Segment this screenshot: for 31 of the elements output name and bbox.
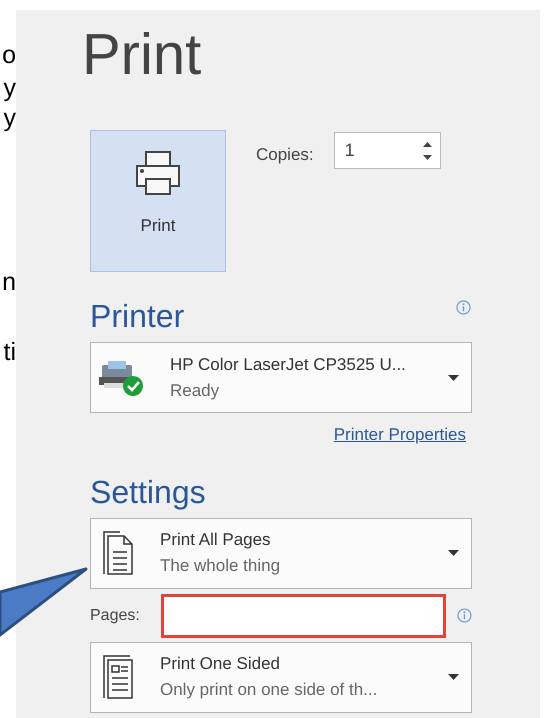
sides-dropdown[interactable]: Print One Sided Only print on one side of th... <box>90 642 472 712</box>
caret-icon <box>448 374 459 380</box>
dropdown-subtitle: Ready <box>170 380 220 402</box>
text-fragment: n <box>2 267 16 297</box>
dropdown-title: Print All Pages <box>160 529 272 551</box>
pages-dropdown[interactable]: Print All Pages The whole thing <box>90 518 472 588</box>
page-title: Print <box>82 21 202 89</box>
dropdown-title: HP Color LaserJet CP3525 U... <box>170 354 407 376</box>
copies-spinner[interactable]: 1 <box>334 132 441 169</box>
info-icon[interactable] <box>457 608 472 623</box>
print-button[interactable]: Print <box>90 130 226 272</box>
text-fragment: y <box>4 103 16 133</box>
dropdown-title: Print One Sided <box>160 653 282 675</box>
pages-field[interactable] <box>161 594 446 638</box>
printer-status-icon <box>98 358 146 396</box>
printer-icon <box>134 149 182 197</box>
caret-icon <box>448 550 459 556</box>
pages-label: Pages: <box>90 606 141 626</box>
spinner-arrows-icon[interactable] <box>422 140 432 160</box>
section-heading: Printer <box>90 297 184 336</box>
dropdown-subtitle: Only print on one side of th... <box>160 679 378 701</box>
info-icon[interactable] <box>456 300 471 315</box>
copies-label: Copies: <box>256 144 314 166</box>
caret-icon <box>448 674 459 680</box>
printer-properties-link[interactable]: Printer Properties <box>334 422 466 448</box>
section-heading: Settings <box>90 472 207 512</box>
text-fragment: o <box>2 40 16 70</box>
text-fragment: ti <box>4 337 16 367</box>
text-fragment: y <box>4 73 16 103</box>
printer-dropdown[interactable]: HP Color LaserJet CP3525 U... Ready <box>90 342 472 413</box>
dropdown-subtitle: The whole thing <box>160 555 282 577</box>
